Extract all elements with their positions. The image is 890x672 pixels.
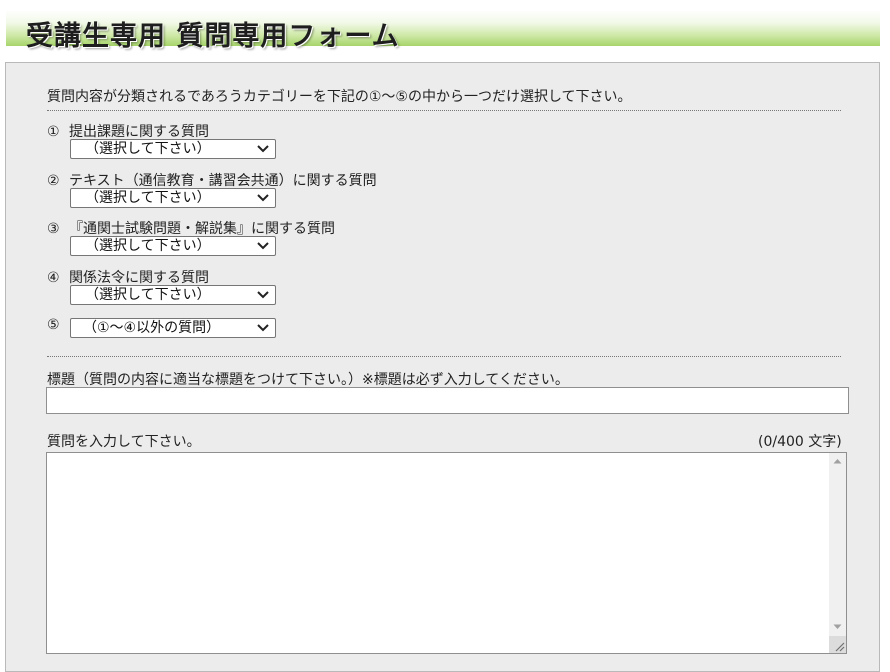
category-4-number: ④ (47, 270, 60, 286)
question-textarea[interactable] (46, 452, 847, 654)
category-1-number: ① (47, 124, 60, 140)
divider (47, 110, 841, 111)
subject-input[interactable] (46, 387, 849, 414)
category-5-select[interactable]: （①～④以外の質問） (70, 318, 276, 338)
category-3-select[interactable]: （選択して下さい） (70, 236, 276, 256)
subject-label: 標題（質問の内容に適当な標題をつけて下さい。）※標題は必ず入力してください。 (47, 372, 569, 388)
category-2-label: テキスト（通信教育・講習会共通）に関する質問 (69, 173, 377, 189)
category-3-select-value: （選択して下さい） (85, 238, 211, 254)
divider (47, 356, 841, 357)
chevron-down-icon (257, 242, 269, 250)
category-4-label: 関係法令に関する質問 (69, 270, 209, 286)
category-3-label: 『通関士試験問題・解説集』に関する質問 (69, 221, 335, 237)
category-2-select[interactable]: （選択して下さい） (70, 188, 276, 208)
question-form: 質問内容が分類されるであろうカテゴリーを下記の①～⑤の中から一つだけ選択して下さ… (5, 62, 880, 672)
chevron-down-icon (257, 194, 269, 202)
scroll-up-arrow-icon[interactable] (829, 453, 846, 470)
category-4-select-value: （選択して下さい） (85, 287, 211, 303)
category-1-row: ① 提出課題に関する質問 (47, 121, 209, 141)
chevron-down-icon (257, 324, 269, 332)
header-banner: 受講生専用 質問専用フォーム (6, 10, 880, 52)
category-2-select-value: （選択して下さい） (85, 190, 211, 206)
chevron-down-icon (257, 291, 269, 299)
chevron-down-icon (257, 145, 269, 153)
category-3-number: ③ (47, 221, 60, 237)
category-5-number: ⑤ (47, 317, 60, 333)
resize-grip-icon[interactable] (829, 636, 846, 653)
category-4-row: ④ 関係法令に関する質問 (47, 267, 209, 287)
category-1-select-value: （選択して下さい） (85, 141, 211, 157)
category-3-row: ③ 『通関士試験問題・解説集』に関する質問 (47, 218, 335, 238)
textarea-scrollbar[interactable] (829, 453, 846, 653)
scroll-down-arrow-icon[interactable] (829, 618, 846, 635)
category-5-select-value: （①～④以外の質問） (83, 320, 221, 336)
question-label: 質問を入力して下さい。 (47, 434, 201, 450)
page-header: 受講生専用 質問専用フォーム (0, 0, 890, 62)
category-4-select[interactable]: （選択して下さい） (70, 285, 276, 305)
character-counter: (0/400 文字) (758, 434, 842, 450)
category-1-label: 提出課題に関する質問 (69, 124, 209, 140)
category-1-select[interactable]: （選択して下さい） (70, 139, 276, 159)
category-5-row: ⑤ (47, 317, 69, 333)
category-instructions: 質問内容が分類されるであろうカテゴリーを下記の①～⑤の中から一つだけ選択して下さ… (47, 89, 632, 105)
page-title: 受講生専用 質問専用フォーム (26, 21, 400, 52)
category-2-row: ② テキスト（通信教育・講習会共通）に関する質問 (47, 170, 377, 190)
category-2-number: ② (47, 173, 60, 189)
